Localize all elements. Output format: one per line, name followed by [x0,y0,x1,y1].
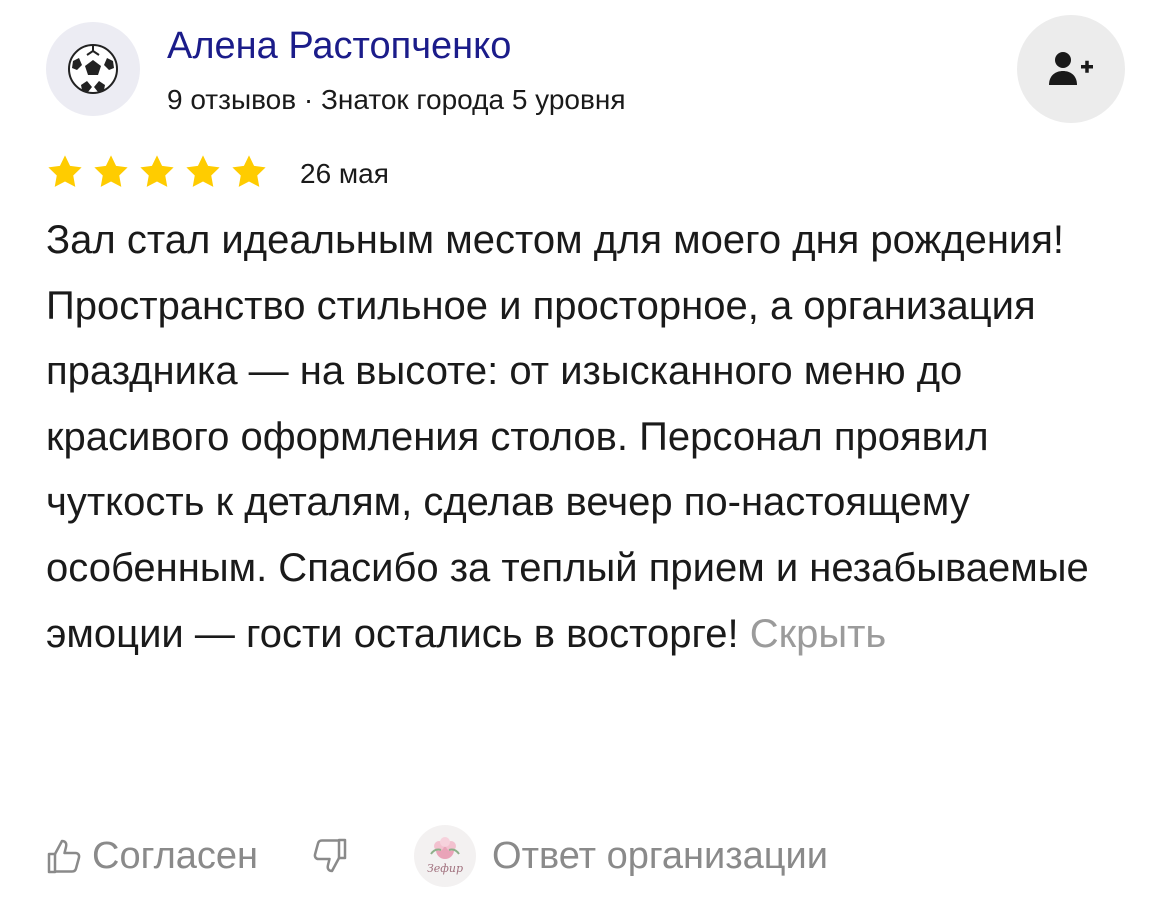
star-icon [186,155,220,187]
author-name[interactable]: Алена Растопченко [167,22,511,70]
thumbs-up-icon [47,839,81,874]
hide-review-link[interactable]: Скрыть [750,612,887,656]
org-logo-text: Зефир [427,862,463,875]
star-icon [232,155,266,187]
subscribe-button[interactable] [1017,15,1125,123]
org-reply-label: Ответ организации [492,834,829,877]
star-icon [140,155,174,187]
review-date: 26 мая [300,158,389,189]
review-actions: Согласен Зефир Ответ организации [46,824,828,888]
star-icon [48,155,82,187]
agree-label: Согласен [92,834,259,877]
person-add-icon [1049,52,1093,85]
agree-button[interactable]: Согласен [46,835,258,878]
review-body: Зал стал идеальным местом для моего дня … [46,218,1089,656]
review-text: Зал стал идеальным местом для моего дня … [46,208,1126,667]
org-logo: Зефир [414,825,477,887]
rating-stars [46,153,268,191]
author-avatar[interactable] [46,22,140,116]
thumbs-down-icon [313,838,347,873]
author-meta: 9 отзывов · Знаток города 5 уровня [167,84,626,115]
org-reply-button[interactable]: Зефир Ответ организации [414,825,828,887]
star-icon [94,155,128,187]
org-logo-image: Зефир [427,837,463,875]
soccer-ball-icon [68,44,118,94]
disagree-button[interactable] [312,837,348,875]
